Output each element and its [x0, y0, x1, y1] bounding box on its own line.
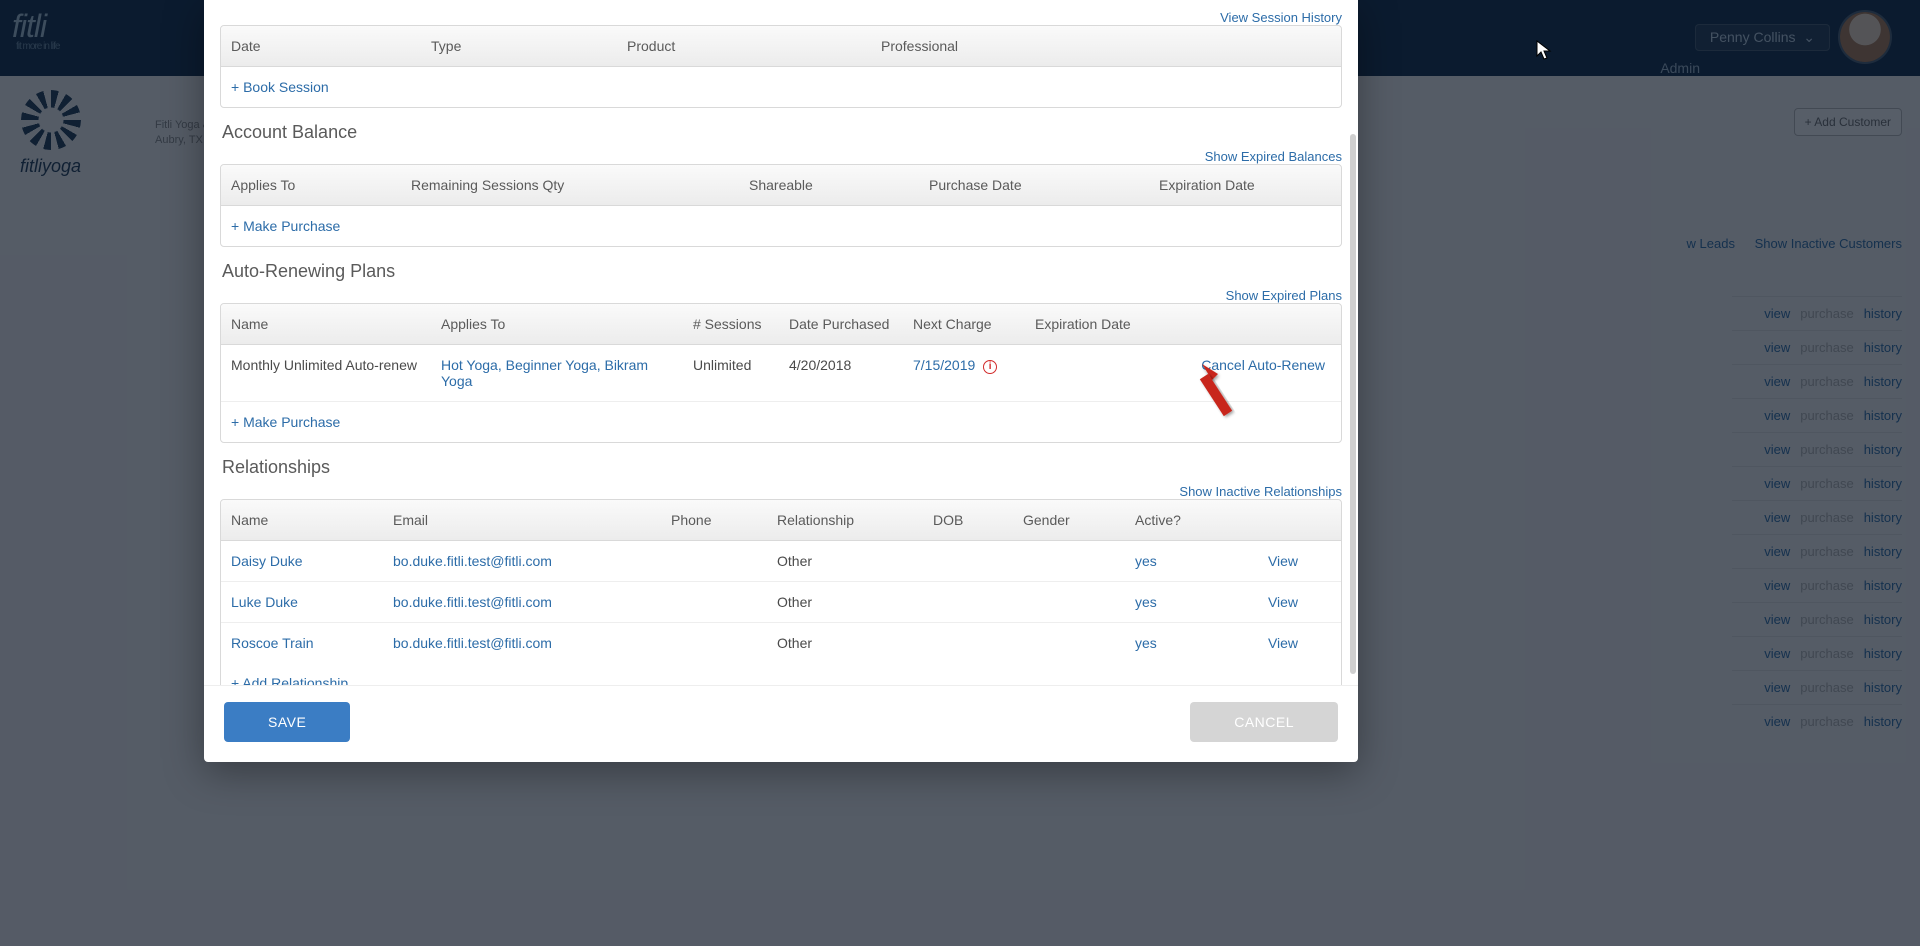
col-purchase-date: Purchase Date: [919, 165, 1149, 205]
show-expired-balances-link[interactable]: Show Expired Balances: [1205, 149, 1342, 164]
plans-make-purchase-link[interactable]: + Make Purchase: [221, 402, 431, 442]
relationship-type: Other: [767, 541, 923, 581]
col-applies-to: Applies To: [221, 165, 401, 205]
plan-name: Monthly Unlimited Auto-renew: [221, 345, 431, 401]
col-rel-phone: Phone: [661, 500, 767, 540]
relationships-title: Relationships: [222, 457, 1342, 478]
col-rel-gender: Gender: [1013, 500, 1125, 540]
cancel-button[interactable]: CANCEL: [1190, 702, 1338, 742]
relationship-email-link[interactable]: bo.duke.fitli.test@fitli.com: [393, 635, 552, 651]
relationship-active-link[interactable]: yes: [1135, 553, 1157, 569]
relationship-dob: [923, 623, 1013, 663]
col-rel-active: Active?: [1125, 500, 1225, 540]
col-shareable: Shareable: [739, 165, 919, 205]
relationship-name-link[interactable]: Roscoe Train: [231, 635, 313, 651]
relationship-view-link[interactable]: View: [1268, 553, 1298, 569]
relationship-email-link[interactable]: bo.duke.fitli.test@fitli.com: [393, 594, 552, 610]
view-session-history-link[interactable]: View Session History: [1220, 10, 1342, 25]
relationships-footer-row: + Add Relationship: [221, 663, 1341, 685]
col-plan-sessions: # Sessions: [683, 304, 779, 344]
col-remaining: Remaining Sessions Qty: [401, 165, 739, 205]
scrollbar-thumb[interactable]: [1350, 134, 1356, 674]
show-expired-plans-link[interactable]: Show Expired Plans: [1226, 288, 1342, 303]
plans-footer-row: + Make Purchase: [221, 402, 1341, 442]
relationship-phone: [661, 623, 767, 663]
col-next-charge: Next Charge: [903, 304, 1025, 344]
plan-row: Monthly Unlimited Auto-renew Hot Yoga, B…: [221, 345, 1341, 402]
col-type: Type: [421, 26, 617, 66]
relationship-gender: [1013, 623, 1125, 663]
relationship-type: Other: [767, 623, 923, 663]
book-session-link[interactable]: + Book Session: [221, 67, 421, 107]
plan-applies-to-link[interactable]: Hot Yoga, Beginner Yoga, Bikram Yoga: [441, 357, 648, 389]
balance-table: Applies To Remaining Sessions Qty Sharea…: [220, 164, 1342, 247]
relationship-row: Daisy Duke bo.duke.fitli.test@fitli.com Ot…: [221, 541, 1341, 582]
col-plan-name: Name: [221, 304, 431, 344]
balance-empty-row: + Make Purchase: [221, 206, 1341, 246]
col-rel-email: Email: [383, 500, 661, 540]
relationship-row: Roscoe Train bo.duke.fitli.test@fitli.com…: [221, 623, 1341, 663]
relationship-phone: [661, 582, 767, 622]
relationship-type: Other: [767, 582, 923, 622]
plan-sessions: Unlimited: [683, 345, 779, 401]
col-rel-relationship: Relationship: [767, 500, 923, 540]
col-date-purchased: Date Purchased: [779, 304, 903, 344]
plan-next-charge-link[interactable]: 7/15/2019: [913, 357, 975, 373]
relationship-view-link[interactable]: View: [1268, 594, 1298, 610]
relationship-gender: [1013, 541, 1125, 581]
cancel-auto-renew-link[interactable]: Cancel Auto-Renew: [1201, 357, 1325, 373]
sessions-empty-row: + Book Session: [221, 67, 1341, 107]
balance-table-head: Applies To Remaining Sessions Qty Sharea…: [221, 165, 1341, 206]
relationship-row: Luke Duke bo.duke.fitli.test@fitli.com Oth…: [221, 582, 1341, 623]
modal-scroll-area[interactable]: View Session History Date Type Product P…: [204, 0, 1358, 685]
relationships-table-head: Name Email Phone Relationship DOB Gender…: [221, 500, 1341, 541]
customer-profile-modal: View Session History Date Type Product P…: [204, 0, 1358, 762]
relationship-name-link[interactable]: Daisy Duke: [231, 553, 303, 569]
relationship-dob: [923, 541, 1013, 581]
col-date: Date: [221, 26, 421, 66]
make-purchase-link[interactable]: + Make Purchase: [221, 206, 401, 246]
save-button[interactable]: SAVE: [224, 702, 350, 742]
col-expiration: Expiration Date: [1149, 165, 1341, 205]
relationship-phone: [661, 541, 767, 581]
relationship-active-link[interactable]: yes: [1135, 594, 1157, 610]
plan-date-purchased: 4/20/2018: [779, 345, 903, 401]
account-balance-title: Account Balance: [222, 122, 1342, 143]
relationship-gender: [1013, 582, 1125, 622]
sessions-table: Date Type Product Professional + Book Se…: [220, 25, 1342, 108]
relationship-name-link[interactable]: Luke Duke: [231, 594, 298, 610]
col-rel-name: Name: [221, 500, 383, 540]
plans-table-head: Name Applies To # Sessions Date Purchase…: [221, 304, 1341, 345]
relationship-email-link[interactable]: bo.duke.fitli.test@fitli.com: [393, 553, 552, 569]
plan-expiration: [1025, 345, 1171, 401]
relationships-table: Name Email Phone Relationship DOB Gender…: [220, 499, 1342, 685]
relationship-active-link[interactable]: yes: [1135, 635, 1157, 651]
col-professional: Professional: [871, 26, 1341, 66]
col-plan-expiration: Expiration Date: [1025, 304, 1171, 344]
relationship-dob: [923, 582, 1013, 622]
col-product: Product: [617, 26, 871, 66]
plans-table: Name Applies To # Sessions Date Purchase…: [220, 303, 1342, 443]
sessions-table-head: Date Type Product Professional: [221, 26, 1341, 67]
alert-icon[interactable]: i: [983, 360, 997, 374]
col-rel-dob: DOB: [923, 500, 1013, 540]
add-relationship-link[interactable]: + Add Relationship: [221, 663, 358, 685]
col-plan-applies-to: Applies To: [431, 304, 683, 344]
show-inactive-relationships-link[interactable]: Show Inactive Relationships: [1179, 484, 1342, 499]
auto-renewing-plans-title: Auto-Renewing Plans: [222, 261, 1342, 282]
relationship-view-link[interactable]: View: [1268, 635, 1298, 651]
modal-footer: SAVE CANCEL: [204, 685, 1358, 762]
